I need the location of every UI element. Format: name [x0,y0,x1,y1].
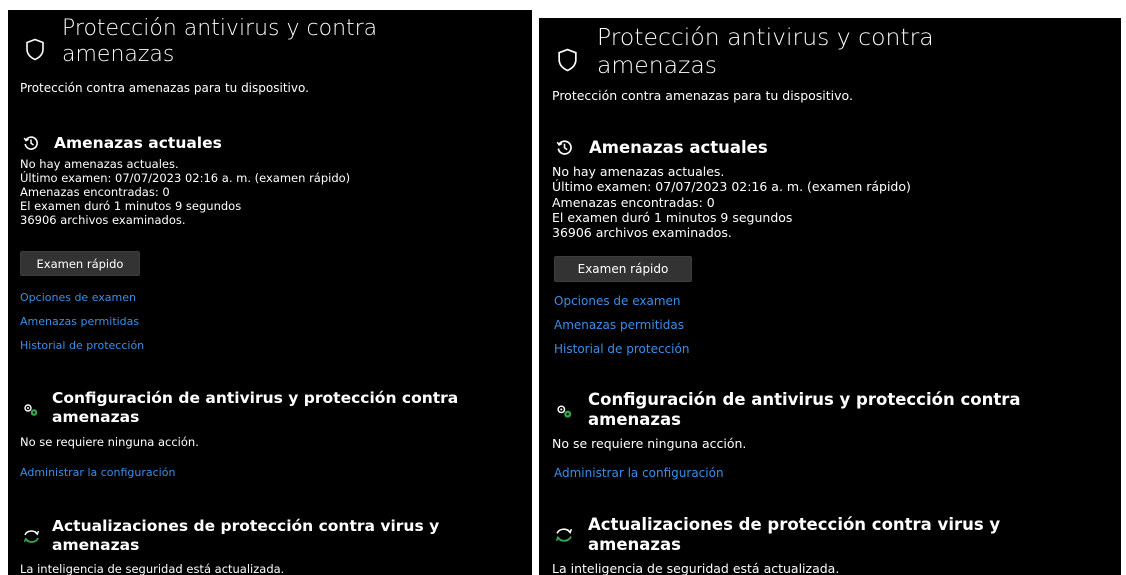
shield-icon [553,41,581,79]
page-header: Protección antivirus y contra amenazas [22,16,377,68]
last-scan-text: Último examen: 07/07/2023 02:16 a. m. (e… [20,171,351,186]
current-threats-title: Amenazas actuales [54,134,222,152]
updates-title: Actualizaciones de protección contra vir… [52,517,439,554]
threats-found-text: Amenazas encontradas: 0 [552,194,715,210]
page-title: Protección antivirus y contra amenazas [62,16,377,68]
quick-scan-button[interactable]: Examen rápido [554,256,692,282]
files-scanned-text: 36906 archivos examinados. [20,213,186,228]
protection-history-link[interactable]: Historial de protección [554,342,689,356]
settings-title-line1: Configuración de antivirus y protección … [52,389,459,407]
scan-info: No hay amenazas actuales. Último examen:… [20,157,350,227]
settings-status: No se requiere ninguna acción. [552,436,747,451]
updates-title-line1: Actualizaciones de protección contra vir… [52,517,440,535]
allowed-threats-link[interactable]: Amenazas permitidas [20,315,139,328]
updates-title-line2: amenazas [52,535,140,554]
current-threats-title: Amenazas actuales [589,138,768,157]
scan-options-link[interactable]: Opciones de examen [20,291,136,304]
updates-status: La inteligencia de seguridad está actual… [552,561,840,575]
page-title-line1: Protección antivirus y contra [597,23,934,51]
settings-title-line2: amenazas [52,407,140,426]
settings-heading: Configuración de antivirus y protección … [22,389,458,426]
settings-status: No se requiere ninguna acción. [20,435,199,449]
history-clock-icon [554,139,574,156]
scan-duration-text: El examen duró 1 minutos 9 segundos [552,209,793,225]
scan-info: No hay amenazas actuales. Último examen:… [552,164,911,240]
scan-duration-text: El examen duró 1 minutos 9 segundos [20,199,242,214]
page-title-line2: amenazas [597,50,718,79]
updates-title-line2: amenazas [588,534,681,554]
page-header: Protección antivirus y contra amenazas [553,23,934,79]
settings-heading: Configuración de antivirus y protección … [554,390,1020,430]
sync-icon [22,529,40,544]
updates-title: Actualizaciones de protección contra vir… [588,515,1000,555]
settings-title: Configuración de antivirus y protección … [52,389,458,426]
left-screenshot-panel: Protección antivirus y contra amenazas P… [8,10,532,575]
page-title: Protección antivirus y contra amenazas [597,23,934,79]
page-subtitle: Protección contra amenazas para tu dispo… [20,81,309,95]
threat-status-text: No hay amenazas actuales. [552,164,725,179]
current-threats-heading: Amenazas actuales [22,134,222,153]
page-title-line1: Protección antivirus y contra [62,16,378,41]
page-title-line2: amenazas [62,41,175,67]
updates-heading: Actualizaciones de protección contra vir… [22,517,439,554]
protection-history-link[interactable]: Historial de protección [20,339,144,352]
right-screenshot-panel: Protección antivirus y contra amenazas P… [539,18,1121,575]
updates-heading: Actualizaciones de protección contra vir… [554,515,1000,555]
gears-icon [554,404,574,419]
current-threats-heading: Amenazas actuales [554,138,768,158]
quick-scan-button[interactable]: Examen rápido [20,251,140,276]
allowed-threats-link[interactable]: Amenazas permitidas [554,318,684,332]
updates-status: La inteligencia de seguridad está actual… [20,562,285,575]
manage-settings-link[interactable]: Administrar la configuración [20,466,175,479]
updates-title-line1: Actualizaciones de protección contra vir… [588,515,1001,534]
threat-status-text: No hay amenazas actuales. [20,157,179,171]
scan-options-link[interactable]: Opciones de examen [554,294,681,308]
shield-icon [22,32,48,68]
gears-icon [22,403,40,417]
sync-icon [554,527,574,543]
last-scan-text: Último examen: 07/07/2023 02:16 a. m. (e… [552,179,911,195]
files-scanned-text: 36906 archivos examinados. [552,225,732,240]
history-clock-icon [22,135,40,151]
settings-title-line2: amenazas [588,409,681,429]
page-subtitle: Protección contra amenazas para tu dispo… [552,88,853,103]
threats-found-text: Amenazas encontradas: 0 [20,185,170,200]
manage-settings-link[interactable]: Administrar la configuración [554,466,724,480]
settings-title: Configuración de antivirus y protección … [588,390,1020,430]
settings-title-line1: Configuración de antivirus y protección … [588,390,1021,409]
